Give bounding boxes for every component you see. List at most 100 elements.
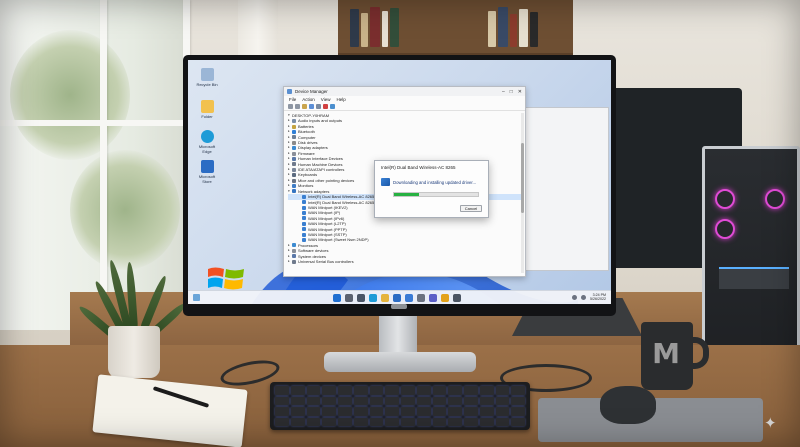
uninstall-icon[interactable] [323,104,328,109]
device-icon [302,227,306,232]
monitor-brand-logo [391,304,407,309]
mouse [600,386,656,424]
background-window[interactable] [516,107,609,271]
cancel-button[interactable]: Cancel [460,205,482,212]
mug-logo: M [652,337,680,370]
device-icon [292,119,296,124]
device-icon [292,259,296,264]
device-icon [292,173,296,178]
teams-icon[interactable] [429,294,437,302]
driver-update-dialog[interactable]: Intel(R) Dual Band Wireless-AC 8265 Down… [374,160,489,218]
outdoor-foliage [10,30,130,160]
monitor-stand-neck [379,316,417,356]
dialog-title: Intel(R) Dual Band Wireless-AC 8265 [381,165,456,170]
system-tray: 3:24 PM 5/26/2022 [572,293,606,302]
maximize-button[interactable]: □ [510,89,513,95]
device-icon [292,183,296,188]
menu-file[interactable]: File [289,97,296,102]
properties-icon[interactable] [302,104,307,109]
update-driver-icon[interactable] [316,104,321,109]
taskbar: 3:24 PM 5/26/2022 [188,290,611,304]
search-icon[interactable] [345,294,353,302]
keyboard [270,382,530,430]
device-icon [302,216,306,221]
device-icon [292,156,296,161]
device-manager-icon [287,89,292,94]
device-icon [292,140,296,145]
desktop-icon-recycle-bin[interactable]: Recycle Bin [196,68,218,87]
photo-scene: M Recycle Bin Folder Microsoft Edge Micr… [0,0,800,447]
file-explorer-icon[interactable] [381,294,389,302]
device-icon [302,194,306,199]
dialog-message: Downloading and installing updated drive… [393,179,477,185]
monitor-stand-base [324,352,476,372]
clock-date: 5/26/2022 [590,297,606,302]
chrome-icon[interactable] [441,294,449,302]
store-icon [200,160,214,173]
windows-start-icon[interactable] [333,294,341,302]
windows-logo [208,267,244,290]
help-icon[interactable] [309,104,314,109]
title-bar[interactable]: Device Manager – □ ✕ [284,87,525,96]
minimize-button[interactable]: – [502,89,505,95]
window-title: Device Manager [295,89,328,94]
task-view-icon[interactable] [357,294,365,302]
edge-icon [200,130,214,143]
device-icon [292,151,296,156]
device-icon [292,135,296,140]
menu-bar: File Action View Help [284,96,525,103]
device-icon [302,221,306,226]
sparkle-icon: ✦ [764,415,777,432]
menu-action[interactable]: Action [302,97,315,102]
device-icon [292,167,296,172]
volume-icon[interactable] [581,294,586,300]
device-icon [292,189,296,194]
device-icon [302,211,306,216]
device-icon [292,254,296,259]
device-icon [292,124,296,129]
edge-icon[interactable] [369,294,377,302]
menu-view[interactable]: View [321,97,331,102]
menu-help[interactable]: Help [336,97,345,102]
desktop-icon-store[interactable]: Microsoft Store [196,160,218,184]
scan-hardware-icon[interactable] [330,104,335,109]
device-icon [292,146,296,151]
plant-pot [108,326,160,378]
tree-node[interactable]: ▸ Universal Serial Bus controllers [288,259,521,264]
scrollbar[interactable] [521,113,524,273]
mail-icon[interactable] [405,294,413,302]
bookshelf [338,0,573,58]
device-icon [292,162,296,167]
folder-icon [200,100,214,113]
device-icon [302,232,306,237]
main-monitor: Recycle Bin Folder Microsoft Edge Micros… [183,55,616,316]
device-icon [292,248,296,253]
outdoor-foliage [70,150,180,270]
store-icon[interactable] [393,294,401,302]
widgets-icon[interactable] [193,294,200,301]
back-icon[interactable] [288,104,293,109]
clock[interactable]: 3:24 PM 5/26/2022 [590,293,606,302]
device-icon [292,178,296,183]
device-icon [302,200,306,205]
desktop-icon-folder[interactable]: Folder [196,100,218,119]
desktop-screen: Recycle Bin Folder Microsoft Edge Micros… [188,60,611,304]
camera-icon[interactable] [453,294,461,302]
settings-icon[interactable] [417,294,425,302]
device-icon [292,129,296,134]
wifi-icon[interactable] [572,294,577,300]
desktop-icon-edge[interactable]: Microsoft Edge [196,130,218,154]
device-icon [292,243,296,248]
recycle-bin-icon [200,68,214,81]
tree-item-label: Universal Serial Bus controllers [298,258,354,264]
device-icon [302,238,306,243]
taskbar-icons [333,294,461,302]
driver-download-icon [381,178,390,186]
progress-bar [393,192,479,197]
window-frame [100,0,107,330]
device-icon [302,205,306,210]
close-button[interactable]: ✕ [518,89,522,95]
window-frame [0,120,190,126]
toolbar [284,103,525,111]
forward-icon[interactable] [295,104,300,109]
